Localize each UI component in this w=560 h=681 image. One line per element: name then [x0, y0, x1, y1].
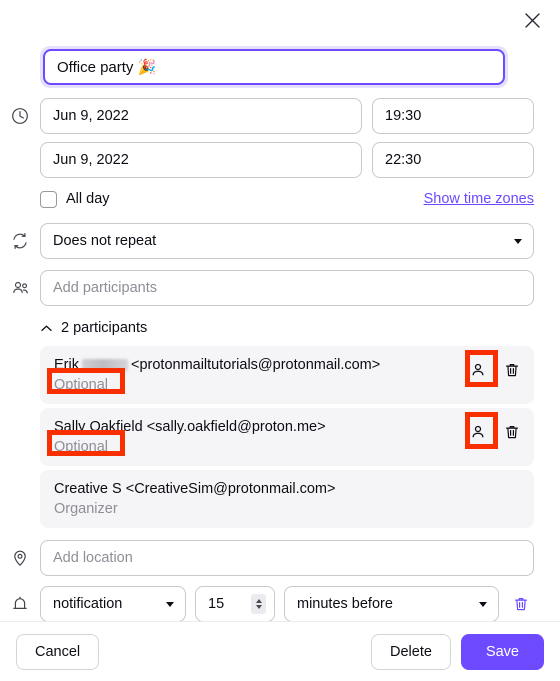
- all-day-line: All day Show time zones: [40, 186, 534, 212]
- notification-amount-input[interactable]: 15: [195, 586, 275, 621]
- close-icon: [524, 12, 541, 29]
- participant-name-prefix: Sally Oakfield: [54, 419, 143, 435]
- notification-line: notification 15 minutes before: [40, 586, 534, 621]
- trash-icon: [513, 596, 529, 612]
- participant-actions: [466, 417, 524, 444]
- notification-unit-value: minutes before: [297, 596, 393, 612]
- organizer-row: Creative S <CreativeSim@protonmail.com> …: [40, 470, 534, 528]
- repeat-icon-gutter: [0, 223, 40, 250]
- cancel-button[interactable]: Cancel: [16, 633, 100, 670]
- location-icon-gutter: [0, 540, 40, 567]
- stepper-up-icon[interactable]: [255, 599, 262, 603]
- organizer-role: Organizer: [54, 501, 118, 517]
- person-icon: [470, 424, 486, 440]
- notification-amount-value: 15: [208, 596, 225, 612]
- location-field: [40, 540, 534, 576]
- location-input[interactable]: [40, 540, 534, 576]
- clock-icon: [11, 107, 29, 125]
- delete-button[interactable]: Delete: [371, 633, 451, 670]
- bell-icon: [11, 595, 29, 613]
- organizer-name: Creative S <CreativeSim@protonmail.com>: [54, 481, 336, 497]
- participants-count-label: 2 participants: [61, 320, 148, 336]
- participants-row: [0, 270, 560, 306]
- all-day-checkbox[interactable]: [40, 190, 57, 208]
- clock-icon-gutter: [0, 98, 40, 125]
- participant-email: <protonmailtutorials@protonmail.com>: [130, 357, 381, 373]
- end-time-input[interactable]: [372, 142, 534, 178]
- start-time-input[interactable]: [372, 98, 534, 134]
- notification-type-value: notification: [53, 596, 123, 612]
- participant-info: Sally Oakfield <sally.oakfield@proton.me…: [54, 417, 466, 457]
- notification-delete-button[interactable]: [508, 596, 534, 612]
- quantity-stepper[interactable]: [251, 594, 266, 614]
- trash-icon: [504, 424, 520, 440]
- title-row: [0, 36, 560, 88]
- people-icon-gutter: [0, 270, 40, 298]
- participant-optional-toggle-button[interactable]: [466, 420, 490, 444]
- participant-row[interactable]: Sally Oakfield <sally.oakfield@proton.me…: [40, 408, 534, 466]
- title-focus-ring: [40, 46, 508, 88]
- dialog-footer: Cancel Delete Save: [0, 621, 560, 681]
- participants-collapse-toggle[interactable]: 2 participants: [40, 317, 534, 339]
- notification-row: notification 15 minutes before: [0, 586, 560, 621]
- trash-icon: [504, 362, 520, 378]
- date-time-row: All day Show time zones: [0, 98, 560, 212]
- notification-unit-select[interactable]: minutes before: [284, 586, 499, 621]
- participant-role: Optional: [54, 439, 109, 455]
- event-form: All day Show time zones Does not repeat: [0, 36, 560, 621]
- participant-actions: [466, 355, 524, 382]
- save-button[interactable]: Save: [460, 633, 544, 670]
- participant-email: <sally.oakfield@proton.me>: [146, 419, 326, 435]
- chevron-up-icon: [40, 322, 53, 335]
- repeat-icon: [11, 232, 29, 250]
- start-line: [40, 98, 534, 134]
- participant-delete-button[interactable]: [500, 358, 524, 382]
- event-title-input[interactable]: [43, 49, 505, 85]
- start-date-input[interactable]: [40, 98, 362, 134]
- notification-type-select[interactable]: notification: [40, 586, 186, 621]
- date-time-fields: All day Show time zones: [40, 98, 534, 212]
- redaction-block: [81, 359, 128, 372]
- location-pin-icon: [11, 549, 29, 567]
- participant-role: Optional: [54, 377, 109, 393]
- location-row: [0, 540, 560, 576]
- chevron-down-icon: [166, 602, 174, 607]
- stepper-down-icon[interactable]: [255, 605, 262, 609]
- participant-name: Erik <protonmailtutorials@protonmail.com>: [54, 356, 466, 375]
- participant-optional-toggle-button[interactable]: [466, 358, 490, 382]
- chevron-down-icon: [479, 602, 487, 607]
- close-button[interactable]: [516, 4, 548, 36]
- chevron-down-icon: [514, 239, 522, 244]
- add-participants-input[interactable]: [40, 270, 534, 306]
- participants-list: 2 participants Erik <protonmailtutorials@…: [40, 317, 534, 528]
- bell-icon-gutter: [0, 586, 40, 613]
- participant-info: Erik <protonmailtutorials@protonmail.com>…: [54, 355, 466, 395]
- end-date-input[interactable]: [40, 142, 362, 178]
- repeat-select[interactable]: Does not repeat: [40, 223, 534, 259]
- people-icon: [11, 279, 30, 298]
- end-line: [40, 142, 534, 178]
- participant-row[interactable]: Erik <protonmailtutorials@protonmail.com>…: [40, 346, 534, 404]
- repeat-row: Does not repeat: [0, 223, 560, 259]
- organizer-info: Creative S <CreativeSim@protonmail.com> …: [54, 479, 524, 519]
- participant-delete-button[interactable]: [500, 420, 524, 444]
- repeat-field: Does not repeat: [40, 223, 534, 259]
- all-day-control[interactable]: All day: [40, 190, 110, 208]
- notification-fields: notification 15 minutes before: [40, 586, 534, 621]
- participant-name: Sally Oakfield <sally.oakfield@proton.me…: [54, 418, 466, 437]
- participant-name-prefix: Erik: [54, 357, 79, 373]
- participants-field: [40, 270, 534, 306]
- show-time-zones-link[interactable]: Show time zones: [424, 191, 534, 207]
- person-icon: [470, 362, 486, 378]
- repeat-select-value: Does not repeat: [53, 233, 157, 249]
- all-day-label: All day: [66, 191, 110, 207]
